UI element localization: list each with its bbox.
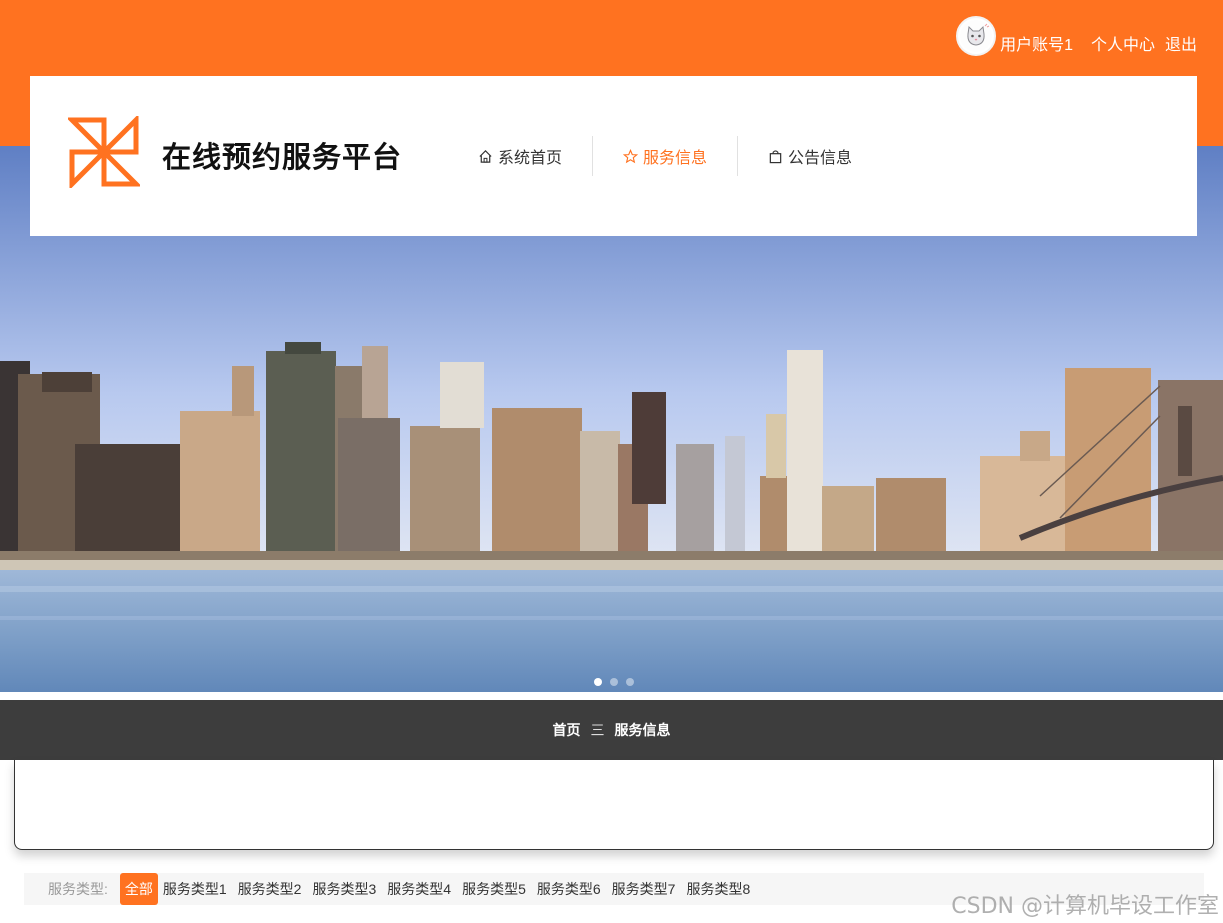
site-title[interactable]: 在线预约服务平台 [162, 134, 402, 176]
personal-center-link[interactable]: 个人中心 [1091, 31, 1155, 55]
filter-option[interactable]: 服务类型3 [312, 873, 376, 905]
user-area: 用户账号1 个人中心 退出 [956, 16, 1197, 56]
nav-label: 服务信息 [643, 150, 708, 167]
header-card: 在线预约服务平台 系统首页 服务信息 公告信息 [30, 76, 1197, 236]
filter-option[interactable]: 服务类型5 [462, 873, 526, 905]
filter-option[interactable]: 服务类型6 [537, 873, 601, 905]
nav-item-announcements[interactable]: 公告信息 [738, 136, 882, 176]
filter-label: 服务类型: [48, 881, 108, 897]
carousel-dot[interactable] [626, 678, 634, 686]
filter-option-all[interactable]: 全部 [119, 873, 158, 905]
carousel-dot[interactable] [594, 678, 602, 686]
filter-option[interactable]: 服务类型8 [686, 873, 750, 905]
home-icon [479, 149, 492, 163]
nav-item-home[interactable]: 系统首页 [448, 136, 592, 176]
breadcrumb-current: 服务信息 [614, 722, 671, 738]
nav-item-services[interactable]: 服务信息 [593, 136, 737, 176]
star-icon [623, 148, 639, 163]
logout-link[interactable]: 退出 [1165, 31, 1197, 55]
nav-label: 公告信息 [788, 150, 853, 167]
pinwheel-logo-icon[interactable] [68, 116, 140, 188]
user-account-link[interactable]: 用户账号1 [1000, 31, 1073, 55]
main-nav: 系统首页 服务信息 公告信息 [448, 136, 882, 176]
breadcrumb-separator-icon: 三 [590, 722, 605, 738]
carousel-dots [594, 678, 634, 686]
nav-label: 系统首页 [498, 150, 563, 167]
filter-option[interactable]: 服务类型4 [387, 873, 451, 905]
content-box [14, 760, 1214, 850]
bag-icon [769, 149, 782, 163]
watermark: CSDN @计算机毕设工作室 [951, 894, 1219, 919]
filter-option[interactable]: 服务类型2 [238, 873, 302, 905]
cat-avatar-icon[interactable] [956, 16, 997, 56]
filter-option[interactable]: 服务类型1 [163, 873, 227, 905]
breadcrumb-home[interactable]: 首页 [553, 720, 581, 740]
breadcrumb: 首页 三 服务信息 [0, 700, 1223, 760]
carousel-dot[interactable] [610, 678, 618, 686]
filter-option[interactable]: 服务类型7 [612, 873, 676, 905]
